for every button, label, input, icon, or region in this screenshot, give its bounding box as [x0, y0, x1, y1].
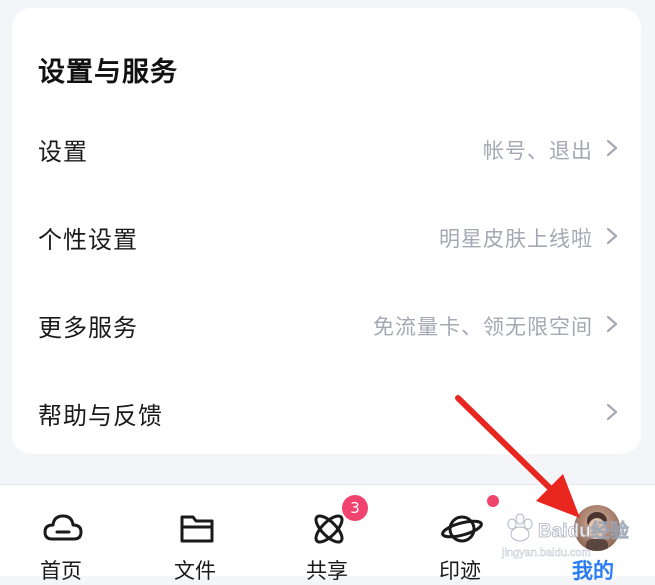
personalization-label: 个性设置	[38, 226, 138, 254]
tab-share[interactable]: 3 共享	[272, 485, 382, 583]
personalization-row[interactable]: 个性设置 明星皮肤上线啦	[12, 196, 641, 276]
personalization-hint: 明星皮肤上线啦	[439, 227, 593, 251]
settings-label: 设置	[38, 138, 88, 166]
cloud-icon	[43, 514, 83, 541]
settings-hint: 帐号、退出	[483, 139, 593, 163]
folder-icon	[180, 515, 214, 543]
tab-files-label: 文件	[174, 559, 216, 583]
more-services-label: 更多服务	[38, 314, 138, 342]
avatar	[574, 505, 620, 551]
section-title: 设置与服务	[38, 57, 178, 88]
tab-traces[interactable]: 印迹	[405, 485, 515, 583]
settings-row[interactable]: 设置 帐号、退出	[12, 108, 641, 188]
chevron-right-icon	[606, 315, 618, 333]
chevron-right-icon	[606, 403, 618, 421]
more-services-row[interactable]: 更多服务 免流量卡、领无限空间	[12, 284, 641, 364]
tab-home-label: 首页	[40, 559, 82, 583]
tab-files[interactable]: 文件	[140, 485, 250, 583]
tab-me-label: 我的	[572, 559, 614, 583]
tab-share-label: 共享	[306, 559, 348, 583]
help-feedback-row[interactable]: 帮助与反馈	[12, 372, 641, 452]
help-feedback-label: 帮助与反馈	[38, 402, 163, 430]
tab-home[interactable]: 首页	[6, 485, 116, 583]
planet-icon	[441, 515, 483, 543]
chevron-right-icon	[606, 227, 618, 245]
more-services-hint: 免流量卡、领无限空间	[373, 315, 593, 339]
tab-me[interactable]: 我的	[538, 485, 648, 583]
settings-services-card: 设置与服务 设置 帐号、退出 个性设置 明星皮肤上线啦 更多服务 免流量卡、领无…	[12, 8, 641, 454]
bottom-tab-bar: 首页 文件 3 共享 印迹 我的	[0, 484, 655, 583]
tab-traces-label: 印迹	[439, 559, 481, 583]
chevron-right-icon	[606, 139, 618, 157]
share-badge: 3	[342, 495, 368, 521]
traces-notification-dot	[487, 495, 499, 507]
